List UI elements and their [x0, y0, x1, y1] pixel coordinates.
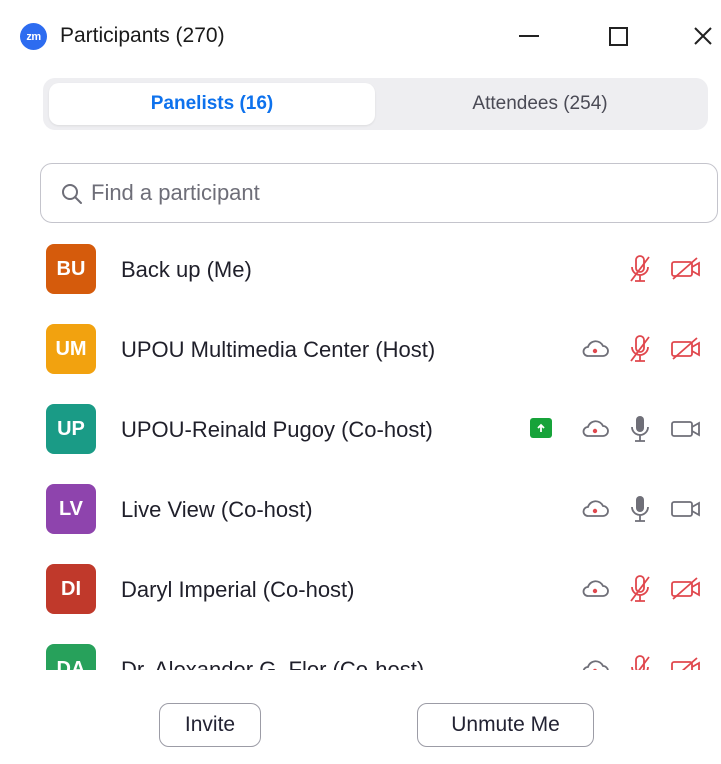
video-off-icon[interactable]: [669, 252, 703, 286]
tab-attendees[interactable]: Attendees (254): [377, 83, 703, 125]
video-icon[interactable]: [669, 492, 703, 526]
invite-button[interactable]: Invite: [159, 703, 261, 747]
search-input[interactable]: [91, 164, 691, 221]
cloud-record-icon: [578, 412, 612, 446]
close-icon: [694, 27, 712, 45]
cloud-record-icon: [578, 492, 612, 526]
mic-muted-icon[interactable]: [623, 332, 657, 366]
participant-row[interactable]: LV Live View (Co-host): [0, 470, 721, 550]
participant-name: UPOU Multimedia Center (Host): [121, 337, 436, 362]
participant-row[interactable]: UP UPOU-Reinald Pugoy (Co-host): [0, 390, 721, 470]
video-icon[interactable]: [669, 412, 703, 446]
title-bar: zm Participants (270): [0, 0, 721, 72]
avatar: UM: [46, 324, 96, 374]
video-off-icon[interactable]: [669, 652, 703, 670]
cloud-record-icon: [578, 652, 612, 670]
avatar: DI: [46, 564, 96, 614]
participant-row[interactable]: UM UPOU Multimedia Center (Host): [0, 310, 721, 390]
screen-share-icon: [530, 418, 552, 438]
avatar: BU: [46, 244, 96, 294]
participant-name: Daryl Imperial (Co-host): [121, 577, 355, 602]
search-box[interactable]: [40, 163, 718, 223]
participant-name: Live View (Co-host): [121, 497, 313, 522]
minimize-button[interactable]: [507, 16, 551, 56]
mic-muted-icon[interactable]: [623, 572, 657, 606]
avatar: UP: [46, 404, 96, 454]
participant-row[interactable]: BU Back up (Me): [0, 230, 721, 310]
video-off-icon[interactable]: [669, 332, 703, 366]
tab-panelists[interactable]: Panelists (16): [49, 83, 375, 125]
search-icon: [62, 184, 82, 204]
maximize-button[interactable]: [596, 16, 640, 56]
avatar: LV: [46, 484, 96, 534]
participant-name: Dr. Alexander G. Flor (Co-host): [121, 657, 425, 670]
participant-name: Back up (Me): [121, 257, 252, 282]
participant-tabs: Panelists (16) Attendees (254): [43, 78, 708, 130]
zoom-logo-icon: zm: [20, 23, 47, 50]
mic-icon[interactable]: [623, 492, 657, 526]
cloud-record-icon: [578, 572, 612, 606]
unmute-me-button[interactable]: Unmute Me: [417, 703, 594, 747]
maximize-icon: [608, 26, 628, 46]
avatar: DA: [46, 644, 96, 670]
cloud-record-icon: [578, 332, 612, 366]
participant-list: BU Back up (Me) UM UPOU Multimedia Center (…: [0, 230, 721, 670]
participant-name: UPOU-Reinald Pugoy (Co-host): [121, 417, 433, 442]
minimize-icon: [519, 35, 539, 37]
participant-row[interactable]: DA Dr. Alexander G. Flor (Co-host): [0, 630, 721, 670]
window-title: Participants (270): [60, 24, 225, 47]
video-off-icon[interactable]: [669, 572, 703, 606]
close-button[interactable]: [681, 16, 721, 56]
mic-muted-icon[interactable]: [623, 652, 657, 670]
participant-row[interactable]: DI Daryl Imperial (Co-host): [0, 550, 721, 630]
mic-icon[interactable]: [623, 412, 657, 446]
footer-bar: Invite Unmute Me: [0, 690, 721, 764]
mic-muted-icon[interactable]: [623, 252, 657, 286]
